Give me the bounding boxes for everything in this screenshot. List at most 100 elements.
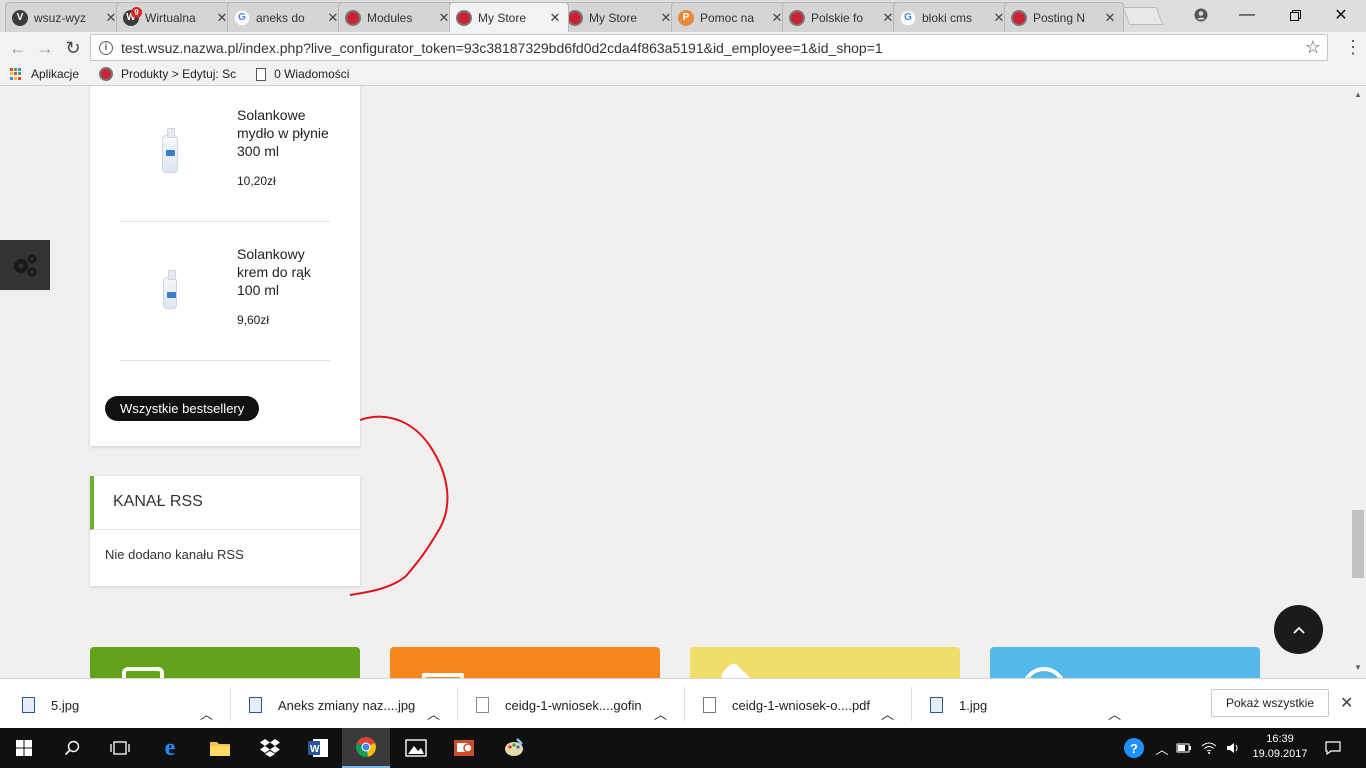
tab-7[interactable]: P Pomoc na ✕ <box>671 2 791 32</box>
tab-label: My Store <box>478 10 527 25</box>
tab-6[interactable]: My Store ✕ <box>560 2 680 32</box>
bookmark-apps[interactable]: Aplikacje <box>10 67 79 81</box>
info-tile-yellow[interactable] <box>690 647 960 678</box>
show-all-downloads-button[interactable]: Pokaż wszystkie <box>1211 689 1329 717</box>
info-icon[interactable]: i <box>99 40 113 55</box>
rss-title: KANAŁ RSS <box>90 476 360 530</box>
apps-grid-icon <box>10 67 23 81</box>
scroll-to-top-button[interactable] <box>1274 605 1323 654</box>
page-content: Wszystkie bestsellery Solankowe mydło w … <box>0 86 1350 678</box>
theme-configurator-button[interactable] <box>0 240 50 290</box>
bookmark-star-icon[interactable]: ☆ <box>1305 37 1321 58</box>
battery-icon[interactable] <box>1174 728 1194 768</box>
close-icon[interactable]: ✕ <box>548 10 562 26</box>
tab-5-active[interactable]: My Store ✕ <box>449 2 569 32</box>
scroll-up-arrow[interactable]: ▲ <box>1350 90 1366 104</box>
help-icon[interactable]: ? <box>1121 728 1147 768</box>
download-item[interactable]: 1.jpg <box>930 689 987 721</box>
prestashop-icon <box>1011 9 1027 26</box>
edge-icon[interactable]: e <box>146 728 194 768</box>
minimize-button[interactable]: — <box>1224 0 1270 30</box>
notifications-icon[interactable] <box>1320 728 1346 768</box>
download-item[interactable]: 5.jpg <box>22 689 79 721</box>
download-filename: ceidg-1-wniosek-o....pdf <box>732 697 871 713</box>
tile-icon <box>1022 667 1066 678</box>
product-image[interactable] <box>120 243 220 343</box>
system-clock[interactable]: 16:39 19.09.2017 <box>1246 732 1314 762</box>
tab-1[interactable]: V wsuz-wyz ✕ <box>5 2 125 32</box>
google-icon: G <box>234 9 250 26</box>
downloads-bar: 5.jpg ︿ Aneks zmiany naz....jpg ︿ ceidg-… <box>0 678 1366 728</box>
chrome-icon[interactable] <box>342 728 390 768</box>
wifi-icon[interactable] <box>1198 728 1220 768</box>
product-image[interactable] <box>120 104 220 204</box>
tab-3[interactable]: G aneks do ✕ <box>227 2 347 32</box>
product-name[interactable]: Solankowe mydło w płynie 300 ml <box>237 106 337 160</box>
windows-start-icon[interactable] <box>0 728 48 768</box>
browser-toolbar: ← → ↻ i test.wsuz.nazwa.pl/index.php?liv… <box>0 32 1366 63</box>
presentation-icon[interactable] <box>440 728 488 768</box>
help-icon: P <box>678 9 694 26</box>
menu-dots-icon[interactable]: ⋮ <box>1344 37 1362 57</box>
rss-block: KANAŁ RSS Nie dodano kanału RSS <box>90 476 360 586</box>
page-icon <box>256 67 267 81</box>
tab-10[interactable]: Posting N ✕ <box>1004 2 1124 32</box>
info-tile-blue[interactable] <box>990 647 1260 678</box>
google-icon: G <box>900 9 916 26</box>
chevron-up-icon[interactable]: ︿ <box>654 697 667 729</box>
chevron-up-icon[interactable]: ︿ <box>1108 697 1121 729</box>
close-icon[interactable]: ✕ <box>1103 10 1117 26</box>
task-view-icon[interactable] <box>96 728 144 768</box>
download-item[interactable]: Aneks zmiany naz....jpg <box>249 689 415 721</box>
bookmark-label: Aplikacje <box>31 67 80 81</box>
product-item[interactable]: Solankowy krem do rąk 100 ml 9,60zł <box>120 231 330 361</box>
chevron-up-icon[interactable]: ︿ <box>427 697 440 729</box>
back-arrow-icon[interactable]: ← <box>7 37 29 59</box>
reload-icon[interactable]: ↻ <box>62 37 84 59</box>
address-bar[interactable]: i test.wsuz.nazwa.pl/index.php?live_conf… <box>90 34 1328 61</box>
product-item[interactable]: Solankowe mydło w płynie 300 ml 10,20zł <box>120 92 330 222</box>
photos-icon[interactable] <box>392 728 440 768</box>
product-name[interactable]: Solankowy krem do rąk 100 ml <box>237 245 337 299</box>
chevron-up-icon[interactable]: ︿ <box>1152 728 1172 768</box>
paint-icon[interactable] <box>490 728 538 768</box>
chevron-up-icon[interactable]: ︿ <box>881 697 894 729</box>
file-explorer-icon[interactable] <box>196 728 244 768</box>
close-icon[interactable]: ✕ <box>1340 693 1353 713</box>
download-item[interactable]: ceidg-1-wniosek....gofin <box>476 689 642 721</box>
vivaldi-icon: V <box>12 9 28 26</box>
prestashop-icon <box>345 9 361 26</box>
info-tile-green[interactable] <box>90 647 360 678</box>
tab-9[interactable]: G bloki cms ✕ <box>893 2 1013 32</box>
bookmark-label: 0 Wiadomości <box>274 67 350 81</box>
profile-icon[interactable] <box>1178 0 1224 30</box>
close-window-button[interactable]: ✕ <box>1318 0 1364 30</box>
tab-8[interactable]: Polskie fo ✕ <box>782 2 902 32</box>
unread-badge: 9 <box>131 6 142 18</box>
download-item[interactable]: ceidg-1-wniosek-o....pdf <box>703 689 870 721</box>
new-tab-button[interactable] <box>1122 7 1164 25</box>
prestashop-icon <box>789 9 805 26</box>
browser-tabstrip: V wsuz-wyz ✕ W9 Wirtualna ✕ G aneks do ✕… <box>0 0 1366 32</box>
maximize-button[interactable] <box>1272 0 1318 30</box>
forward-arrow-icon[interactable]: → <box>34 37 56 59</box>
scroll-down-arrow[interactable]: ▼ <box>1350 663 1366 677</box>
info-tile-orange[interactable] <box>390 647 660 678</box>
tab-label: Polskie fo <box>811 10 864 25</box>
dropbox-icon[interactable] <box>246 728 294 768</box>
volume-icon[interactable] <box>1222 728 1244 768</box>
prestashop-icon <box>99 67 114 81</box>
scrollbar-thumb[interactable] <box>1352 510 1364 578</box>
all-bestsellers-button[interactable]: Wszystkie bestsellery <box>105 396 260 421</box>
page-scrollbar[interactable]: ▲ ▼ <box>1350 86 1366 678</box>
chevron-up-icon[interactable]: ︿ <box>200 697 213 729</box>
word-icon[interactable]: W <box>294 728 342 768</box>
red-annotation-brace <box>349 415 449 596</box>
tab-2[interactable]: W9 Wirtualna ✕ <box>116 2 236 32</box>
clock-time: 16:39 <box>1266 733 1294 745</box>
bookmark-messages[interactable]: 0 Wiadomości <box>256 67 349 81</box>
bookmark-products[interactable]: Produkty > Edytuj: Sc <box>99 67 236 81</box>
tab-4[interactable]: Modules ✕ <box>338 2 458 32</box>
product-price: 10,20zł <box>237 174 276 188</box>
search-icon[interactable] <box>48 728 96 768</box>
